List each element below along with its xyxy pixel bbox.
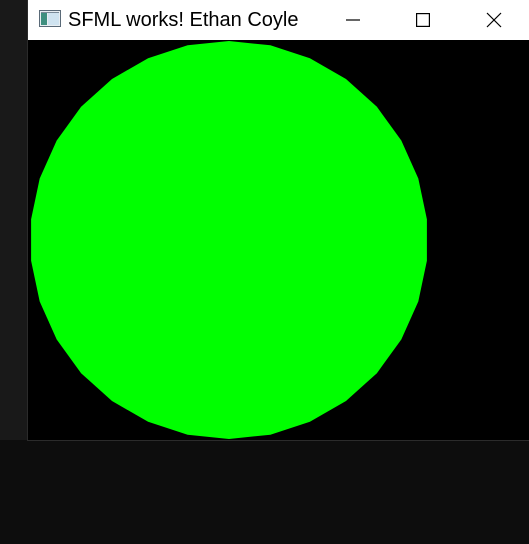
- green-circle: [31, 41, 427, 439]
- minimize-button[interactable]: [330, 0, 376, 40]
- close-icon: [486, 12, 502, 28]
- maximize-button[interactable]: [400, 0, 446, 40]
- desktop-background: SFML works! Ethan Coyle: [0, 0, 529, 544]
- render-canvas[interactable]: [28, 40, 529, 440]
- sfml-window[interactable]: SFML works! Ethan Coyle: [27, 0, 529, 441]
- background-window-edge: [0, 0, 27, 440]
- close-button[interactable]: [471, 0, 517, 40]
- minimize-icon: [346, 19, 360, 21]
- maximize-icon: [416, 13, 430, 27]
- scene-svg: [31, 41, 427, 439]
- app-icon[interactable]: [39, 10, 61, 27]
- title-bar[interactable]: SFML works! Ethan Coyle: [28, 0, 529, 40]
- window-title: SFML works! Ethan Coyle: [68, 9, 299, 31]
